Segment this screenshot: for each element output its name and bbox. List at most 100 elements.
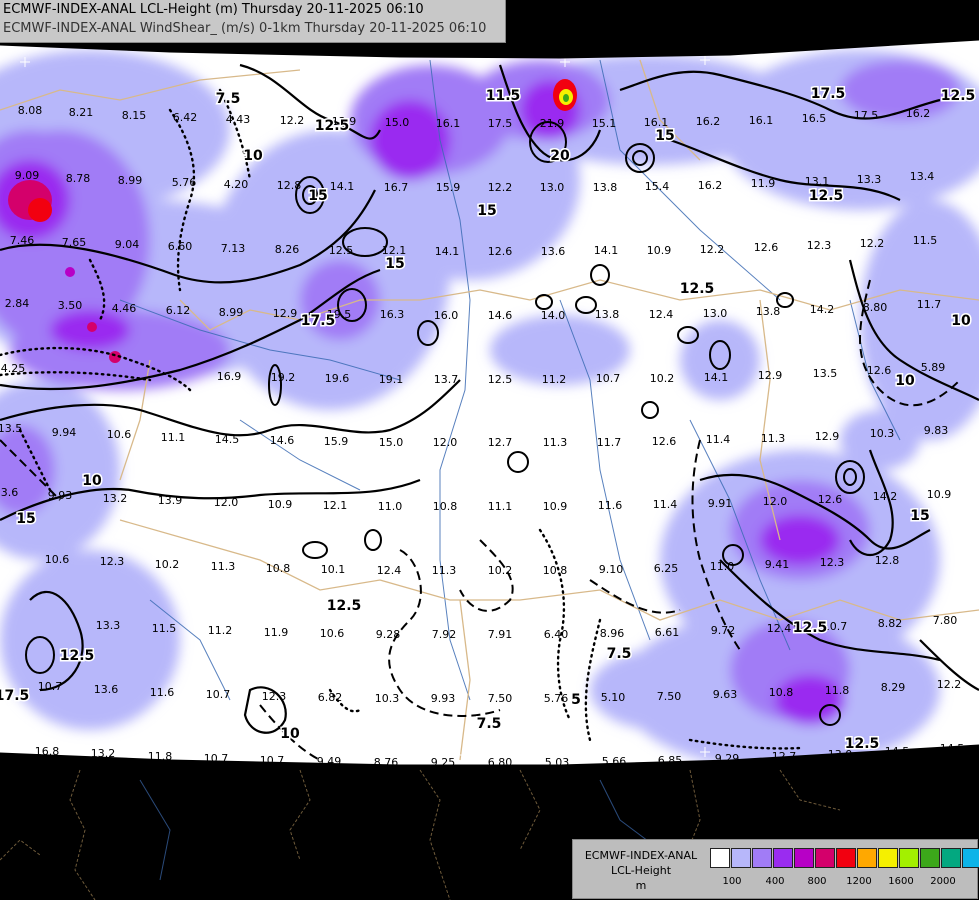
station-value: 14.1 [704, 371, 729, 384]
station-value: 10.6 [107, 428, 132, 441]
weather-map: 8.08 8.21 8.15 6.42 4.43 12.2 12.9 15.0 16.1 17.5… [0, 0, 979, 900]
station-value: 7.91 [488, 628, 513, 641]
station-value: 10.8 [266, 562, 291, 575]
station-value: 8.76 [374, 756, 399, 769]
station-value: 6.12 [166, 304, 191, 317]
legend-swatch [752, 848, 772, 868]
station-value: 12.4 [377, 564, 402, 577]
station-value: 12.3 [807, 239, 832, 252]
legend-tick-label: 400 [765, 876, 785, 887]
station-value: 5.76 [172, 176, 197, 189]
legend-swatch [920, 848, 940, 868]
contour-label: 11.5 [486, 88, 521, 104]
station-value: 10.9 [927, 488, 952, 501]
station-value: 8.80 [863, 301, 888, 314]
station-value: 13.2 [103, 492, 128, 505]
station-value: 15.9 [324, 435, 349, 448]
station-value: 16.7 [384, 181, 409, 194]
station-value: 12.8 [277, 179, 302, 192]
station-value: 9.09 [15, 169, 40, 182]
contour-label: 10 [895, 373, 915, 389]
station-value: 5.76 [544, 692, 569, 705]
station-value: 11.9 [751, 177, 776, 190]
station-value: 10.7 [206, 688, 231, 701]
station-value: 15.1 [592, 117, 617, 130]
station-value: 7.50 [657, 690, 682, 703]
contour-label: 15 [655, 128, 674, 144]
station-value: 9.29 [715, 752, 740, 765]
station-value: 9.04 [115, 238, 140, 251]
station-value: 6.40 [544, 628, 569, 641]
station-value: 11.6 [150, 686, 175, 699]
station-value: 10.9 [647, 244, 672, 257]
legend-swatch [794, 848, 814, 868]
station-value: 19.1 [379, 373, 404, 386]
station-value: 14.6 [488, 309, 513, 322]
station-value: 9.93 [48, 489, 73, 502]
contour-label: 12.5 [60, 648, 95, 664]
legend-tick-label: 800 [807, 876, 827, 887]
station-value: 12.2 [700, 243, 725, 256]
contour-label: 15 [910, 508, 929, 524]
legend-unit: m [635, 879, 647, 892]
contour-label: 15 [308, 188, 327, 204]
station-value: 13.5 [813, 367, 838, 380]
station-value: 16.0 [434, 309, 459, 322]
legend-swatches [710, 848, 979, 868]
station-value: 7.65 [62, 236, 87, 249]
station-value: 9.28 [376, 628, 401, 641]
legend-swatch [962, 848, 979, 868]
station-value: 9.63 [713, 688, 738, 701]
station-value: 10.8 [543, 564, 568, 577]
station-value: 16.2 [906, 107, 931, 120]
station-value: 12.5 [488, 373, 513, 386]
legend-tick-label: 1200 [846, 876, 872, 887]
station-value: 8.78 [66, 172, 91, 185]
station-value: 15.0 [379, 436, 404, 449]
station-value: 11.2 [208, 624, 233, 637]
contour-label: 12.5 [327, 598, 362, 614]
legend-title: ECMWF-INDEX-ANAL LCL-Height m [579, 848, 703, 893]
station-value: 11.4 [706, 433, 731, 446]
contour-label: 17.5 [811, 86, 846, 102]
contour-label: 10 [243, 148, 263, 164]
station-value: 10.6 [45, 553, 70, 566]
station-value: 6.82 [318, 691, 343, 704]
station-value: 9.94 [52, 426, 77, 439]
station-value: 12.4 [649, 308, 674, 321]
station-value: 12.1 [323, 499, 348, 512]
station-value: 10.6 [320, 627, 345, 640]
station-value: 4.20 [224, 178, 249, 191]
station-value: 14.1 [330, 180, 355, 193]
station-value: 12.2 [488, 181, 513, 194]
station-value: 8.99 [118, 174, 143, 187]
station-value: 13.7 [434, 373, 459, 386]
station-value: 10.3 [375, 692, 400, 705]
station-value: 14.2 [873, 490, 898, 503]
station-value: 13.9 [158, 494, 183, 507]
station-value: 11.5 [913, 234, 938, 247]
station-value: 16.2 [698, 179, 723, 192]
legend-swatch [731, 848, 751, 868]
station-value: 14.0 [541, 309, 566, 322]
station-value: 15.0 [385, 116, 410, 129]
station-value: 8.21 [69, 106, 94, 119]
station-value: 15.9 [436, 181, 461, 194]
station-value: 11.7 [597, 436, 622, 449]
contour-label: 15 [477, 203, 496, 219]
station-value: 12.6 [652, 435, 677, 448]
contour-label: 7.5 [477, 716, 502, 732]
station-value: 11.6 [598, 499, 623, 512]
legend-swatch [815, 848, 835, 868]
station-value: 10.7 [38, 680, 63, 693]
station-value: 9.93 [431, 692, 456, 705]
station-value: 13.0 [540, 181, 565, 194]
station-value: 12.9 [758, 369, 783, 382]
legend-swatch [710, 848, 730, 868]
contour-label: 17.5 [0, 688, 29, 704]
contour-label: 5 [571, 692, 581, 708]
station-value: 9.10 [599, 563, 624, 576]
station-value: 13.6 [94, 683, 119, 696]
station-value: 10.7 [596, 372, 621, 385]
station-value: 12.0 [433, 436, 458, 449]
